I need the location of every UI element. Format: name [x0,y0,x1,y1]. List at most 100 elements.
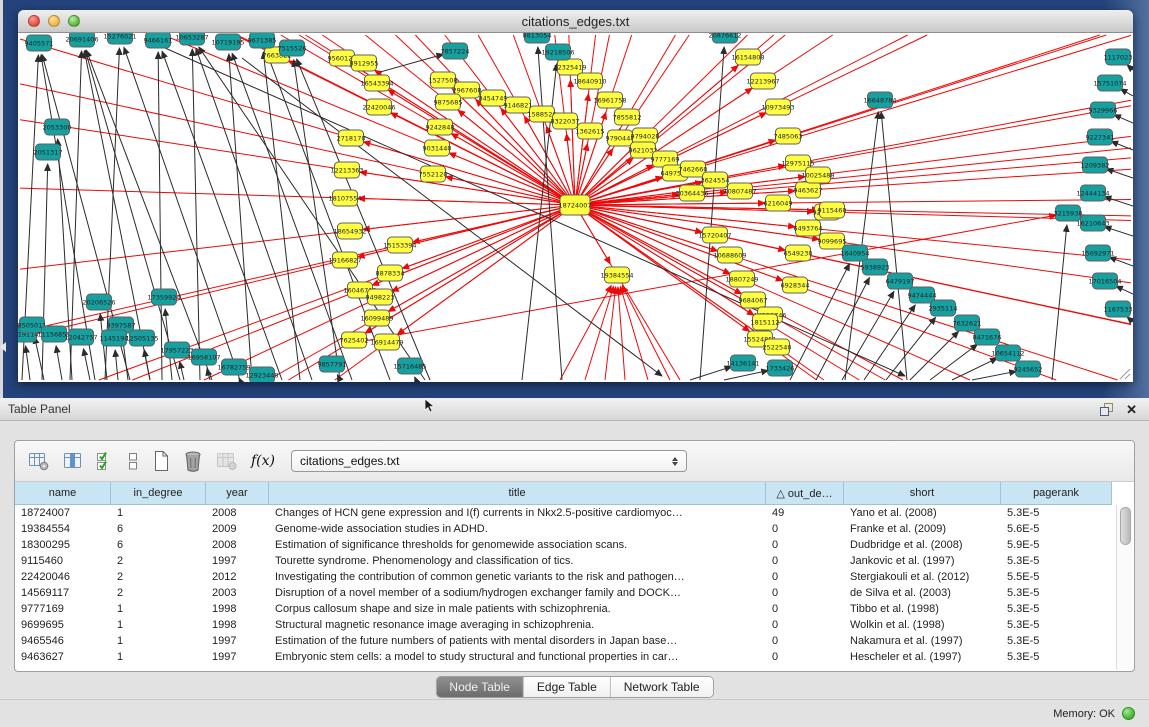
column-header-pagerank[interactable]: pagerank [1001,482,1112,505]
network-node[interactable]: 15720407 [698,227,731,243]
network-edge[interactable] [83,349,90,380]
network-node[interactable]: 9099695 [818,233,847,249]
network-edge[interactable] [165,48,905,376]
network-edge[interactable] [700,47,724,380]
network-node[interactable]: 15692971 [1081,245,1114,261]
network-node[interactable]: 20691406 [65,33,98,47]
network-edge[interactable] [1127,65,1133,70]
network-node[interactable]: 9329966 [1089,102,1118,118]
network-node[interactable]: 9115460 [818,202,847,218]
network-node[interactable]: 19166827 [328,252,361,268]
network-edge[interactable] [42,164,48,380]
network-node[interactable]: 7515526 [278,40,307,56]
network-edge[interactable] [972,371,1016,380]
network-node[interactable]: 5938923 [861,259,890,275]
table-row[interactable]: 2242004622012Investigating the contribut… [15,569,1112,585]
network-edge[interactable] [1114,115,1133,123]
table-source-select[interactable]: citations_edges.txt [291,450,687,472]
network-node[interactable]: 19218506 [541,44,574,60]
network-node[interactable]: 7552120 [419,166,448,182]
network-node[interactable]: 2522540 [763,339,792,355]
network-node[interactable]: 16210643 [1076,215,1109,231]
network-node[interactable]: 2053300 [43,119,72,135]
network-edge[interactable] [1104,197,1133,206]
network-node[interactable]: 12042757 [64,329,97,345]
column-header-in_degree[interactable]: in_degree [111,482,206,505]
network-node[interactable]: 16914479 [370,334,403,350]
network-edge[interactable] [115,350,118,380]
network-node[interactable]: 6549230 [784,245,813,261]
network-node[interactable]: 16154808 [731,49,764,65]
table-row[interactable]: 1456911722003Disruption of a novel membe… [15,585,1112,601]
network-node[interactable]: 16958107 [187,349,220,365]
network-node[interactable]: 6928344 [781,277,810,293]
network-node[interactable]: 2935114 [929,300,958,316]
network-node[interactable]: 9684067 [739,292,768,308]
tab-node-table[interactable]: Node Table [436,677,524,697]
network-node[interactable]: 8813054 [523,33,552,43]
network-node[interactable]: 1117023 [1104,49,1133,65]
network-edge[interactable] [1116,286,1133,294]
table-row[interactable]: 1938455462009Genome-wide association stu… [15,521,1112,537]
network-node[interactable]: 16543394 [360,75,393,91]
network-edge[interactable] [1127,317,1133,322]
network-node[interactable]: 15716485 [393,358,426,374]
memory-indicator-icon[interactable] [1122,707,1135,720]
network-node[interactable]: 9463627 [794,182,823,198]
network-edge[interactable] [232,53,352,380]
network-node[interactable]: 8878334 [376,265,405,281]
network-edge[interactable] [724,371,768,380]
network-edge[interactable] [263,52,300,380]
scrollbar-thumb[interactable] [1120,507,1131,545]
network-node[interactable]: 7857224 [441,43,470,59]
minimize-button[interactable] [48,15,60,27]
tab-network-table[interactable]: Network Table [611,677,713,697]
network-node[interactable]: 10654112 [991,345,1024,361]
network-node[interactable]: 19384554 [600,267,633,283]
column-header-year[interactable]: year [206,482,269,505]
resize-grip[interactable] [1117,366,1131,380]
network-node[interactable]: 20876612 [708,33,741,43]
network-node[interactable]: 1362615 [576,123,605,139]
network-node[interactable]: 10688609 [713,247,746,263]
network-edge[interactable] [930,344,977,380]
network-edge[interactable] [910,331,959,380]
network-node[interactable]: 9875685 [434,94,463,110]
network-node[interactable]: 9405571 [25,35,54,51]
network-node[interactable]: 7632621 [953,315,982,331]
import-table-button[interactable] [216,451,238,471]
network-hub-node[interactable]: 18724007 [558,195,591,215]
network-node[interactable]: 17016504 [1088,273,1121,289]
network-node[interactable]: 1145190 [100,330,129,346]
table-row[interactable]: 969969511998Structural magnetic resonanc… [15,617,1112,633]
network-edge[interactable] [451,134,575,205]
network-node[interactable]: 22420046 [362,99,395,115]
network-node[interactable]: 9671385 [248,33,277,48]
column-header-short[interactable]: short [844,482,1001,505]
network-edge[interactable] [1120,89,1133,96]
network-node[interactable]: 9227341 [1086,129,1115,145]
network-node[interactable]: 6479197 [886,273,915,289]
network-node[interactable]: 8912955 [350,55,379,71]
network-edge[interactable] [158,52,162,380]
close-panel-button[interactable]: ✕ [1126,403,1137,416]
network-node[interactable]: 1815112 [751,314,780,330]
column-header-out_de[interactable]: △ out_de… [766,482,844,505]
network-node[interactable]: 1209382 [1081,157,1110,173]
zoom-button[interactable] [68,15,80,27]
network-node[interactable]: 16961758 [593,92,626,108]
network-edge[interactable] [358,198,575,205]
network-node[interactable]: 16648784 [863,92,896,108]
float-panel-button[interactable] [1099,402,1114,417]
network-node[interactable]: 3624554 [701,172,730,188]
network-edge[interactable] [690,367,732,380]
network-node[interactable]: 12444134 [1076,185,1109,201]
network-node[interactable]: 7625402 [340,332,369,348]
network-node[interactable]: 7485063 [774,128,803,144]
network-edge[interactable] [575,205,742,294]
network-node[interactable]: 6493764 [794,220,823,236]
network-node[interactable]: 9031440 [423,140,452,156]
network-edge[interactable] [415,377,416,380]
network-node[interactable]: 16099489 [360,310,393,326]
manage-columns-button[interactable] [63,451,83,471]
